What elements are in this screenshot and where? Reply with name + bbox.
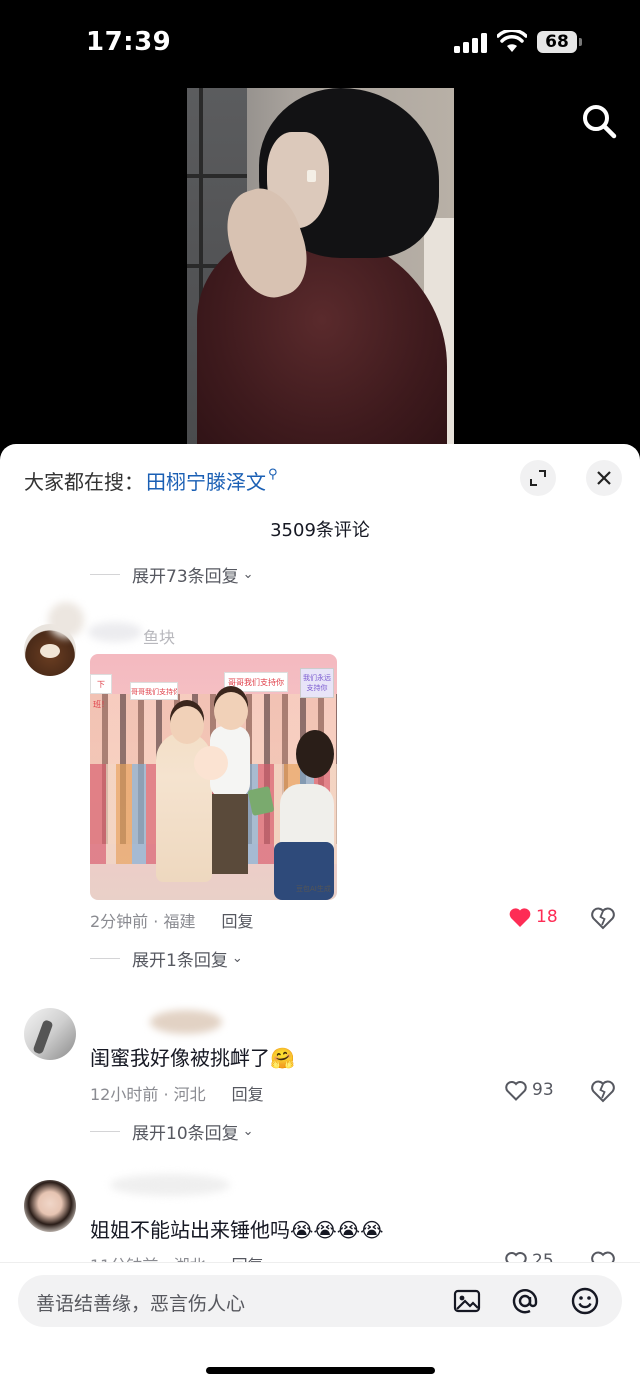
comment-text: 姐姐不能站出来锤他吗😭😭😭😭 [90, 1218, 384, 1242]
home-indicator [206, 1367, 435, 1374]
chevron-down-icon: ⌄ [242, 1123, 254, 1139]
close-icon [597, 471, 611, 485]
protest-sign: 哥哥我们支持你 [130, 682, 178, 700]
comment-input[interactable]: 善语结善缘，恶言伤人心 [18, 1275, 622, 1327]
comment-input-bar: 善语结善缘，恶言伤人心 [0, 1262, 640, 1387]
comment-time-location: 12小时前 · 河北 [90, 1085, 206, 1104]
comment-sheet: 大家都在搜： 田栩宁滕泽文 ⚲ 3509条评论 展开73条回复 ⌄ 鱼块 下班！… [0, 444, 640, 1387]
avatar[interactable] [24, 1180, 76, 1232]
protest-sign: 我们永远支持你 [300, 668, 334, 698]
chevron-down-icon: ⌄ [231, 950, 243, 966]
video-player[interactable] [187, 88, 454, 446]
expand-replies-label: 展开73条回复 [132, 566, 239, 587]
reply-button[interactable]: 回复 [232, 1081, 264, 1105]
image-icon[interactable] [452, 1286, 482, 1316]
hot-search-prefix: 大家都在搜： [24, 470, 144, 494]
like-count: 18 [536, 907, 558, 927]
battery-icon: 68 [537, 31, 577, 53]
comment-username[interactable]: 鱼块 [143, 624, 175, 648]
heart-outline-icon [505, 1081, 527, 1101]
expand-replies-label: 展开10条回复 [132, 1123, 239, 1144]
protest-sign: 下班！ [90, 674, 112, 709]
chevron-down-icon: ⌄ [242, 566, 254, 582]
status-bar: 17:39 68 [0, 0, 640, 88]
expand-replies-label: 展开1条回复 [132, 950, 228, 971]
comment-image[interactable]: 下班！ 哥哥我们支持你 哥哥我们支持你 我们永远支持你 豆包AI生成 [90, 654, 337, 900]
dislike-icon[interactable] [590, 906, 616, 930]
comment-input-placeholder: 善语结善缘，恶言伤人心 [36, 1293, 246, 1315]
dislike-icon[interactable] [590, 1079, 616, 1103]
comment-time-location: 2分钟前 · 福建 [90, 912, 196, 931]
protest-sign: 哥哥我们支持你 [224, 672, 288, 692]
crying-emoji: 😭😭😭😭 [290, 1218, 384, 1242]
emoji-icon[interactable] [570, 1286, 600, 1316]
hot-search[interactable]: 大家都在搜： 田栩宁滕泽文 ⚲ [24, 466, 278, 495]
image-watermark: 豆包AI生成 [296, 885, 331, 893]
comment-meta: 2分钟前 · 福建 回复 [90, 908, 253, 932]
expand-button[interactable] [520, 460, 556, 496]
hug-emoji: 🤗 [270, 1046, 295, 1070]
comment-text: 闺蜜我好像被挑衅了🤗 [90, 1046, 295, 1070]
expand-icon [530, 470, 546, 486]
like-count: 93 [532, 1080, 554, 1100]
status-time: 17:39 [86, 27, 172, 57]
expand-replies-button[interactable]: 展开1条回复 ⌄ [90, 944, 243, 972]
mention-icon[interactable] [510, 1286, 540, 1316]
comment-meta: 12小时前 · 河北 回复 [90, 1081, 264, 1105]
like-button[interactable]: 18 [508, 906, 558, 928]
expand-replies-button[interactable]: 展开10条回复 ⌄ [90, 1117, 254, 1145]
comment-count: 3509条评论 [270, 520, 370, 541]
like-button[interactable]: 93 [504, 1079, 554, 1101]
hot-search-term[interactable]: 田栩宁滕泽文 [146, 466, 266, 495]
search-icon[interactable] [578, 100, 622, 144]
avatar[interactable] [24, 1008, 76, 1060]
reply-button[interactable]: 回复 [221, 908, 253, 932]
expand-replies-button[interactable]: 展开73条回复 ⌄ [90, 560, 254, 588]
cellular-signal-icon [454, 33, 488, 53]
heart-filled-icon [509, 908, 531, 927]
close-button[interactable] [586, 460, 622, 496]
wifi-icon [497, 30, 527, 52]
search-small-icon: ⚲ [268, 467, 278, 482]
